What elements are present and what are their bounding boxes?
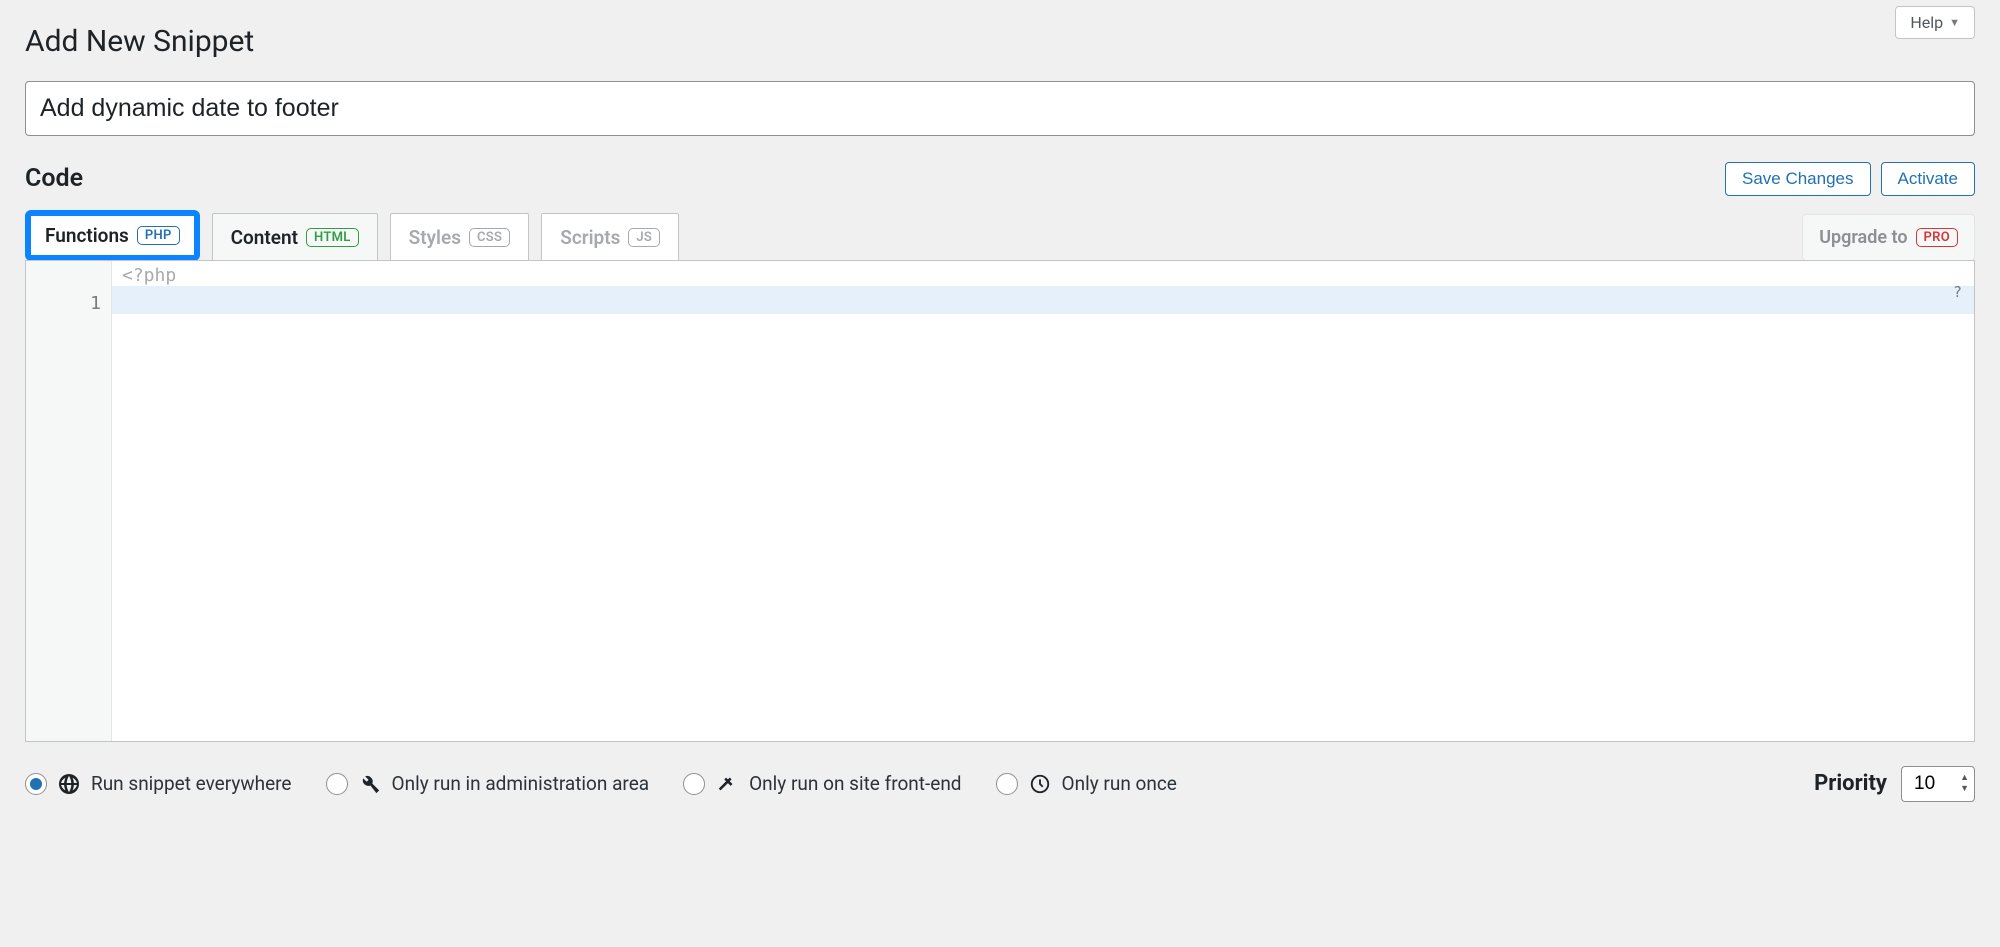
- code-area[interactable]: <?php ?: [112, 261, 1974, 741]
- clock-icon: [1028, 772, 1052, 796]
- tab-functions-label: Functions: [45, 224, 129, 247]
- editor-gutter: 1: [26, 261, 112, 741]
- tab-styles[interactable]: Styles CSS: [390, 213, 530, 261]
- tab-content-label: Content: [231, 226, 298, 249]
- snippet-title-input[interactable]: [25, 81, 1975, 136]
- html-badge: HTML: [306, 228, 359, 247]
- php-open-tag: <?php: [112, 261, 1974, 286]
- save-changes-button[interactable]: Save Changes: [1725, 162, 1871, 196]
- activate-button[interactable]: Activate: [1881, 162, 1975, 196]
- tab-scripts[interactable]: Scripts JS: [541, 213, 679, 261]
- js-badge: JS: [628, 228, 660, 247]
- tab-scripts-label: Scripts: [560, 226, 620, 249]
- line-number: 1: [26, 293, 101, 314]
- scope-everywhere[interactable]: Run snippet everywhere: [25, 772, 292, 796]
- scope-admin-label: Only run in administration area: [392, 772, 650, 795]
- scope-frontend[interactable]: Only run on site front-end: [683, 772, 961, 796]
- stepper-icon[interactable]: ▲▼: [1960, 774, 1969, 794]
- help-label: Help: [1910, 13, 1943, 32]
- radio-icon: [326, 773, 348, 795]
- tab-styles-label: Styles: [409, 226, 461, 249]
- upgrade-to-pro-button[interactable]: Upgrade to PRO: [1802, 214, 1975, 261]
- priority-label: Priority: [1814, 771, 1887, 796]
- php-badge: PHP: [137, 226, 180, 245]
- wrench-icon: [358, 772, 382, 796]
- code-editor[interactable]: 1 <?php ?: [25, 260, 1975, 742]
- scope-once-label: Only run once: [1062, 772, 1177, 795]
- editor-help-icon[interactable]: ?: [1953, 283, 1962, 301]
- help-tab[interactable]: Help ▼: [1895, 6, 1975, 39]
- active-line: [112, 286, 1974, 314]
- scope-admin[interactable]: Only run in administration area: [326, 772, 650, 796]
- pro-badge: PRO: [1916, 228, 1958, 247]
- tab-content[interactable]: Content HTML: [212, 213, 378, 261]
- hammer-icon: [715, 772, 739, 796]
- radio-checked-icon: [25, 773, 47, 795]
- radio-icon: [683, 773, 705, 795]
- css-badge: CSS: [469, 228, 510, 247]
- scope-once[interactable]: Only run once: [996, 772, 1177, 796]
- chevron-down-icon: ▼: [1949, 16, 1960, 29]
- code-heading: Code: [25, 164, 83, 193]
- upgrade-label: Upgrade to: [1819, 227, 1907, 248]
- radio-icon: [996, 773, 1018, 795]
- scope-everywhere-label: Run snippet everywhere: [91, 772, 292, 795]
- page-title: Add New Snippet: [25, 24, 1975, 59]
- globe-icon: [57, 772, 81, 796]
- tab-functions[interactable]: Functions PHP: [25, 210, 200, 261]
- scope-frontend-label: Only run on site front-end: [749, 772, 961, 795]
